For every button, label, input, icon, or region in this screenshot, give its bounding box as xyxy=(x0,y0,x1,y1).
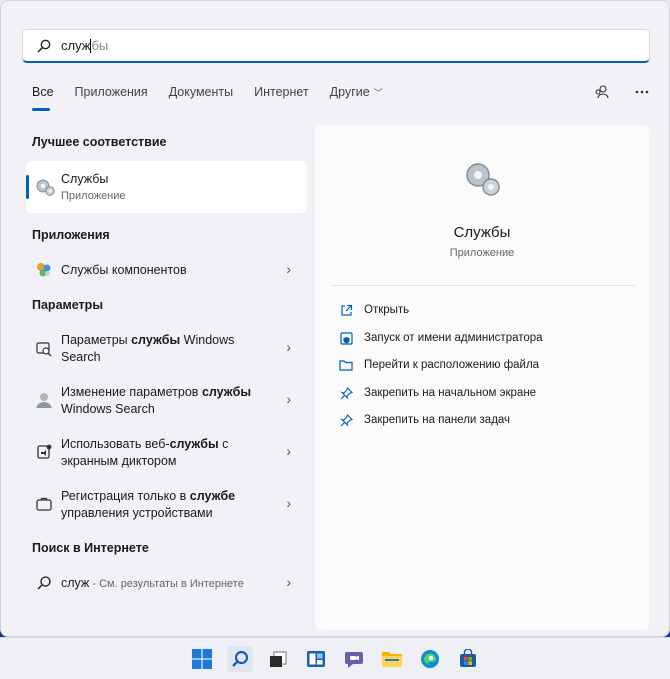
action-label: Открыть xyxy=(364,304,410,316)
action-label: Перейти к расположению файла xyxy=(364,359,540,371)
settings-result-item[interactable]: Регистрация только в службе управления у… xyxy=(26,487,307,523)
web-heading: Поиск в Интернете xyxy=(32,541,149,555)
search-typed: служ xyxy=(61,37,91,53)
best-match-item[interactable]: Службы Приложение xyxy=(26,161,307,213)
microsoft-store-icon[interactable] xyxy=(455,646,481,672)
app-result-item[interactable]: Службы компонентов › xyxy=(26,259,307,281)
pin-icon xyxy=(339,413,353,427)
top-right-icons xyxy=(593,83,651,101)
tab-documents[interactable]: Документы xyxy=(169,85,233,105)
settings-result-label: Изменение параметров службы Windows Sear… xyxy=(61,384,271,418)
shield-icon xyxy=(339,331,353,345)
apps-heading: Приложения xyxy=(32,228,110,242)
selection-indicator xyxy=(26,175,29,199)
search-suggestion: бы xyxy=(91,37,109,53)
start-button-icon[interactable] xyxy=(189,646,215,672)
services-gear-icon xyxy=(36,179,55,196)
settings-result-label: Использовать веб-службы с экранным дикто… xyxy=(61,436,271,470)
tab-more-label: Другие xyxy=(329,85,370,99)
tab-web[interactable]: Интернет xyxy=(254,85,309,105)
settings-result-item[interactable]: Использовать веб-службы с экранным дикто… xyxy=(26,435,307,471)
label-pre: Изменение параметров xyxy=(61,385,202,399)
preview-title: Службы xyxy=(453,224,511,241)
chevron-down-icon: ﹀ xyxy=(373,88,383,98)
action-pin-start[interactable]: Закрепить на начальном экране xyxy=(339,386,536,400)
app-result-label: Службы компонентов xyxy=(61,263,187,277)
settings-result-item[interactable]: Параметры службы Windows Search › xyxy=(26,331,307,367)
label-match: службе xyxy=(189,489,236,503)
account-switch-icon[interactable] xyxy=(593,83,611,101)
action-label: Закрепить на панели задач xyxy=(364,414,511,426)
action-run-as-admin[interactable]: Запуск от имени администратора xyxy=(339,331,543,345)
chevron-right-icon: › xyxy=(286,495,291,511)
chevron-right-icon: › xyxy=(286,339,291,355)
taskbar-search-icon[interactable] xyxy=(227,646,253,672)
web-result-label: служ - См. результаты в Интернете xyxy=(61,575,301,593)
taskbar xyxy=(0,637,670,679)
pin-icon xyxy=(339,386,353,400)
label-match: службы xyxy=(169,437,219,451)
folder-icon xyxy=(339,358,353,372)
action-open[interactable]: Открыть xyxy=(339,303,409,317)
best-match-heading: Лучшее соответствие xyxy=(32,135,167,149)
chevron-right-icon: › xyxy=(286,443,291,459)
search-input[interactable]: службы xyxy=(22,29,650,63)
web-result-item[interactable]: служ - См. результаты в Интернете › xyxy=(26,572,307,594)
settings-result-label: Регистрация только в службе управления у… xyxy=(61,488,271,522)
label-post: Windows Search xyxy=(61,402,155,416)
action-pin-taskbar[interactable]: Закрепить на панели задач xyxy=(339,413,510,427)
tab-all[interactable]: Все xyxy=(32,85,54,111)
task-view-icon[interactable] xyxy=(265,646,291,672)
chevron-right-icon: › xyxy=(286,261,291,277)
web-suffix: - См. результаты в Интернете xyxy=(89,578,244,590)
user-settings-icon xyxy=(36,393,52,408)
divider xyxy=(331,285,635,286)
tab-more[interactable]: Другие ﹀ xyxy=(330,85,383,105)
services-gear-icon xyxy=(466,163,500,196)
component-services-icon xyxy=(37,263,51,277)
chevron-right-icon: › xyxy=(286,574,291,590)
more-options-icon[interactable] xyxy=(633,83,651,101)
best-match-name: Службы xyxy=(61,172,109,186)
search-icon xyxy=(37,39,51,52)
file-explorer-icon[interactable] xyxy=(379,646,405,672)
label-match: службы xyxy=(131,333,181,347)
label-pre: Параметры xyxy=(61,333,132,347)
settings-heading: Параметры xyxy=(32,298,103,312)
label-pre: Регистрация только в xyxy=(61,489,190,503)
search-query-text: службы xyxy=(61,38,108,54)
search-icon xyxy=(37,576,51,590)
settings-result-label: Параметры службы Windows Search xyxy=(61,332,271,366)
search-panel: службы Все Приложения Документы Интернет… xyxy=(0,0,670,637)
widgets-icon[interactable] xyxy=(303,646,329,672)
filter-tabs: Все Приложения Документы Интернет Другие… xyxy=(32,85,404,111)
action-label: Закрепить на начальном экране xyxy=(364,387,537,399)
chat-icon[interactable] xyxy=(341,646,367,672)
label-match: службы xyxy=(201,385,252,399)
label-pre: Использовать веб- xyxy=(61,437,170,451)
chevron-right-icon: › xyxy=(286,391,291,407)
web-query: служ xyxy=(61,576,90,590)
action-open-file-location[interactable]: Перейти к расположению файла xyxy=(339,358,539,372)
preview-pane: Службы Приложение Открыть Запуск от имен… xyxy=(315,125,649,630)
settings-search-icon xyxy=(36,342,52,357)
tab-apps[interactable]: Приложения xyxy=(75,85,148,105)
label-post: управления устройствами xyxy=(61,506,213,520)
best-match-type: Приложение xyxy=(61,190,126,202)
briefcase-icon xyxy=(36,497,52,511)
settings-result-item[interactable]: Изменение параметров службы Windows Sear… xyxy=(26,383,307,419)
action-label: Запуск от имени администратора xyxy=(364,332,543,344)
narrator-icon xyxy=(37,444,52,459)
open-icon xyxy=(339,303,353,317)
preview-type: Приложение xyxy=(449,247,515,259)
edge-browser-icon[interactable] xyxy=(417,646,443,672)
